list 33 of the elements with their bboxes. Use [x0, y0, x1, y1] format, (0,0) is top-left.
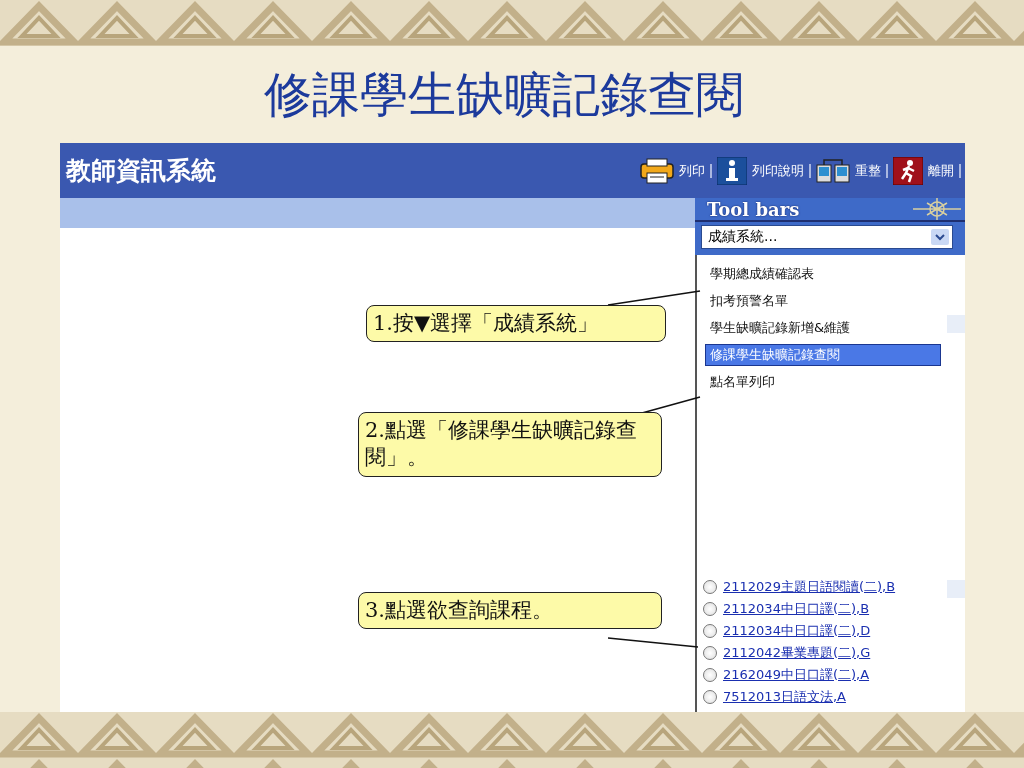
- course-link[interactable]: 7512013日語文法,A: [723, 688, 846, 706]
- menu-item[interactable]: 學生缺曠記錄新增&維護: [705, 317, 941, 339]
- toolbar-link[interactable]: 列印說明: [752, 161, 804, 180]
- slide-title: 修課學生缺曠記錄查閱: [264, 64, 744, 124]
- radio-button[interactable]: [703, 580, 717, 594]
- menu-item[interactable]: 學期總成績確認表: [705, 263, 941, 285]
- course-link[interactable]: 2112029主題日語閱讀(二),B: [723, 578, 896, 596]
- toolbar-link[interactable]: 離開: [928, 161, 954, 180]
- callout-note: 3.點選欲查詢課程。: [358, 592, 662, 630]
- course-link[interactable]: 2162049中日口譯(二),A: [723, 666, 870, 684]
- toolbar-link[interactable]: 重整: [855, 161, 881, 180]
- radio-button[interactable]: [703, 690, 717, 704]
- course-link[interactable]: 2112042畢業專題(二),G: [723, 644, 871, 662]
- info-icon[interactable]: [717, 156, 747, 185]
- course-link[interactable]: 2112034中日口譯(二),D: [723, 622, 871, 640]
- panel-title: Tool bars: [707, 198, 800, 220]
- callout-note: 1.按▼選擇「成績系統」: [366, 305, 666, 343]
- callout-note: 2.點選「修課學生缺曠記錄查閱」。: [358, 412, 662, 477]
- chevron-down-icon[interactable]: [931, 229, 949, 245]
- app-title: 教師資訊系統: [66, 155, 216, 187]
- radio-button[interactable]: [703, 602, 717, 616]
- radio-button[interactable]: [703, 668, 717, 682]
- system-dropdown[interactable]: 成績系統...: [701, 225, 953, 249]
- menu-item[interactable]: 修課學生缺曠記錄查閱: [705, 344, 941, 366]
- menu-item[interactable]: 點名單列印: [705, 371, 941, 393]
- course-link[interactable]: 2112034中日口譯(二),B: [723, 600, 870, 618]
- printer-icon[interactable]: [640, 157, 674, 184]
- running-person-icon[interactable]: [893, 156, 923, 185]
- computers-icon[interactable]: [816, 157, 850, 184]
- toolbar-link[interactable]: 列印: [679, 161, 705, 180]
- radio-button[interactable]: [703, 646, 717, 660]
- radio-button[interactable]: [703, 624, 717, 638]
- menu-item[interactable]: 扣考預警名單: [705, 290, 941, 312]
